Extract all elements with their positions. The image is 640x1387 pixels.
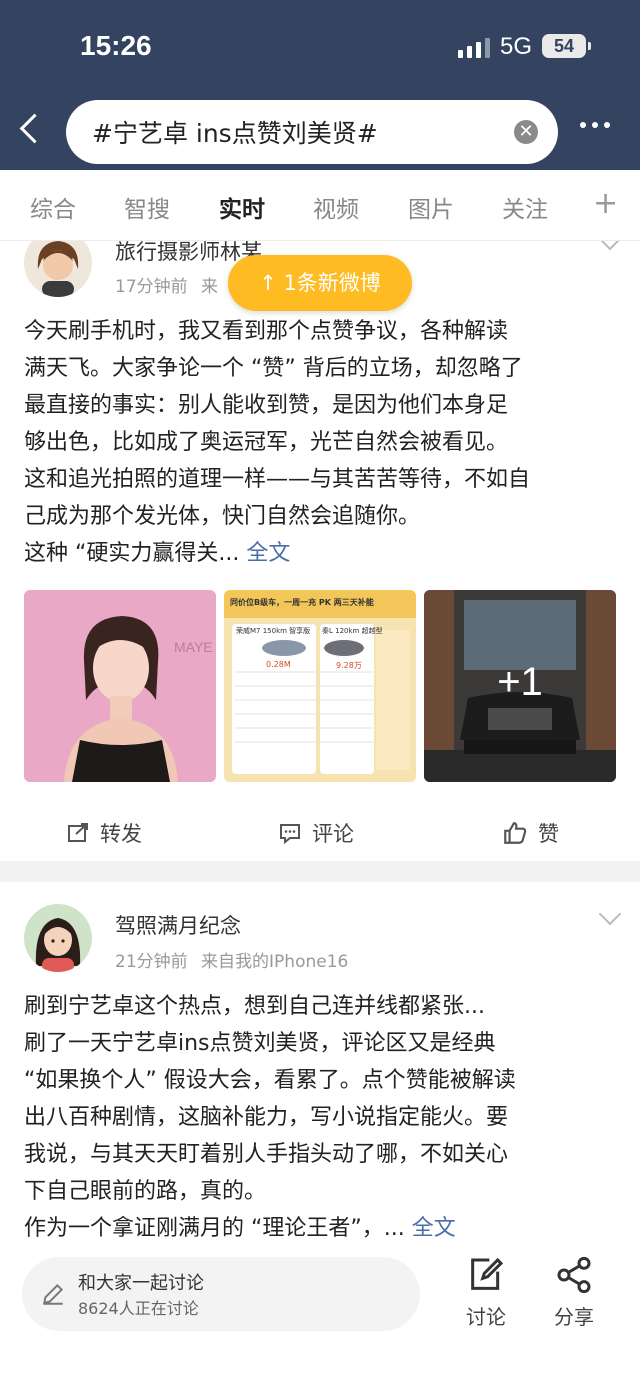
search-header: #宁艺卓 ins点赞刘美贤# ✕ <box>0 90 640 170</box>
repost-icon <box>68 823 88 842</box>
clear-icon[interactable]: ✕ <box>514 120 538 144</box>
full-text-link[interactable]: 全文 <box>246 541 290 566</box>
post-card: 驾照满月纪念 21分钟前 来自我的IPhone16 刷到宁艺卓这个热点，想到自己… <box>0 882 640 1245</box>
full-text-link[interactable]: 全文 <box>412 1216 456 1241</box>
discuss-label: 讨论 <box>466 1305 506 1329</box>
post-line: 出八百种剧情，这脑补能力，写小说指定能火。要 <box>24 1105 509 1130</box>
edit-icon <box>471 1257 504 1290</box>
tab-comprehensive[interactable]: 综合 <box>30 190 76 224</box>
post-line: 己成为那个发光体，快门自然会追随你。 <box>24 504 421 529</box>
post-image-comparison[interactable]: 同价位B级车，一周一充 PK 两三天补能 荣威M7 150km 智享版 0.28… <box>224 590 416 782</box>
post-line: 这和追光拍照的道理一样——与其苦苦等待，不如自 <box>24 467 531 492</box>
post-line: 我说，与其天天盯着别人手指头动了哪，不如关心 <box>24 1142 509 1167</box>
repost-button[interactable]: 转发 <box>66 818 142 848</box>
status-bar: 15:26 5G 54 <box>0 0 640 90</box>
tab-video[interactable]: 视频 <box>313 190 359 224</box>
comment-label: 评论 <box>312 822 354 846</box>
avatar[interactable] <box>24 904 92 972</box>
post-image-car[interactable]: +1 <box>424 590 616 782</box>
post-meta: 21分钟前 来自我的IPhone16 <box>115 947 348 972</box>
svg-text:MAYE: MAYE <box>174 639 213 655</box>
post-actions: 转发 评论 赞 <box>0 812 640 852</box>
comparison-header: 同价位B级车，一周一充 PK 两三天补能 <box>230 598 374 607</box>
comparison-right-price: 9.28万 <box>336 661 362 670</box>
post-line: 今天刷手机时，我又看到那个点赞争议，各种解读 <box>24 319 509 344</box>
post-line: 满天飞。大家争论一个 “赞” 背后的立场，却忽略了 <box>24 356 523 381</box>
comparison-right-model: 秦L 120km 超越型 <box>322 627 383 635</box>
comparison-left-model: 荣威M7 150km 智享版 <box>236 627 311 635</box>
tab-realtime[interactable]: 实时 <box>219 190 265 224</box>
tab-smart-search[interactable]: 智搜 <box>124 190 170 224</box>
post-line: 刷了一天宁艺卓ins点赞刘美贤，评论区又是经典 <box>24 1031 496 1056</box>
network-type: 5G <box>500 33 533 60</box>
avatar[interactable] <box>24 241 92 297</box>
tab-images[interactable]: 图片 <box>408 190 454 224</box>
post-line: 刷到宁艺卓这个热点，想到自己连并线都紧张... <box>24 994 485 1019</box>
tab-bar: 综合 智搜 实时 视频 图片 关注 + <box>0 170 640 241</box>
post-line: 最直接的事实：别人能收到赞，是因为他们本身足 <box>24 393 509 418</box>
add-tab-icon[interactable]: + <box>593 186 618 221</box>
share-button[interactable]: 分享 <box>544 1255 604 1330</box>
battery-level: 54 <box>553 36 575 56</box>
share-label: 分享 <box>554 1305 594 1329</box>
more-images-count: +1 <box>497 660 543 704</box>
comment-icon <box>280 824 300 845</box>
share-icon <box>557 1256 591 1294</box>
chevron-down-icon[interactable] <box>598 902 622 926</box>
post-meta: 17分钟前 来 <box>115 272 218 297</box>
post-source: 来自我的IPhone16 <box>201 952 349 972</box>
like-label: 赞 <box>538 822 559 846</box>
more-icon[interactable] <box>580 122 610 128</box>
post-time: 21分钟前 <box>115 952 188 972</box>
tab-follow[interactable]: 关注 <box>502 190 548 224</box>
discuss-button[interactable]: 讨论 <box>456 1255 516 1330</box>
comparison-left-price: 0.28M <box>266 660 291 669</box>
discuss-input[interactable]: 和大家一起讨论 8624人正在讨论 <box>22 1257 420 1331</box>
new-posts-banner[interactable]: ↑ 1条新微博 <box>228 255 412 311</box>
signal-icon <box>458 38 490 58</box>
pencil-icon <box>43 1283 64 1305</box>
post-line: “如果换个人” 假设大会，看累了。点个赞能被解读 <box>24 1068 516 1093</box>
search-query[interactable]: #宁艺卓 ins点赞刘美贤# <box>92 114 378 150</box>
post-source: 来 <box>201 277 219 297</box>
discuss-title: 和大家一起讨论 <box>78 1273 204 1294</box>
bottom-bar: 和大家一起讨论 8624人正在讨论 讨论 分享 <box>0 1245 640 1387</box>
thumbs-up-icon <box>504 822 527 844</box>
comment-button[interactable]: 评论 <box>278 818 354 848</box>
author-name[interactable]: 驾照满月纪念 <box>115 910 241 940</box>
post-time: 17分钟前 <box>115 277 188 297</box>
status-time: 15:26 <box>80 30 152 61</box>
post-line: 够出色，比如成了奥运冠军，光芒自然会被看见。 <box>24 430 509 455</box>
back-arrow-icon[interactable] <box>14 110 50 150</box>
search-bar[interactable]: #宁艺卓 ins点赞刘美贤# ✕ <box>66 100 558 164</box>
chevron-down-icon[interactable] <box>598 241 622 251</box>
post-image-portrait[interactable]: MAYE <box>24 590 216 782</box>
post-body: 今天刷手机时，我又看到那个点赞争议，各种解读 满天飞。大家争论一个 “赞” 背后… <box>24 313 530 572</box>
like-button[interactable]: 赞 <box>502 818 559 848</box>
discuss-count: 8624人正在讨论 <box>78 1299 199 1318</box>
post-line: 这种 “硬实力赢得关... <box>24 541 240 566</box>
post-body: 刷到宁艺卓这个热点，想到自己连并线都紧张... 刷了一天宁艺卓ins点赞刘美贤，… <box>24 988 516 1245</box>
battery-icon: 54 <box>542 34 591 58</box>
post-line: 下自己眼前的路，真的。 <box>24 1179 267 1204</box>
post-line: 作为一个拿证刚满月的 “理论王者”，... <box>24 1216 405 1241</box>
repost-label: 转发 <box>100 822 142 846</box>
